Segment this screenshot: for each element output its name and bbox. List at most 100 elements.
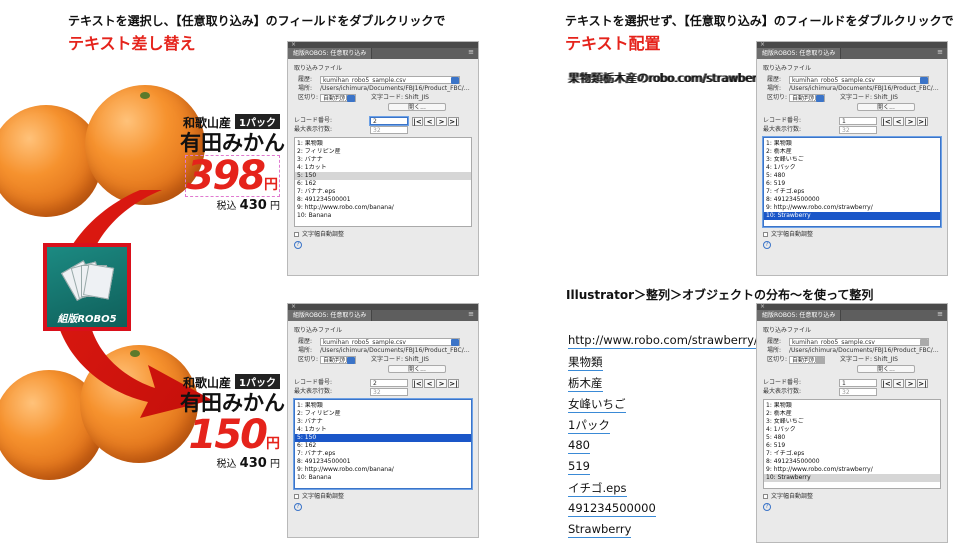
next-record-button[interactable]: > [905,378,916,388]
list-item[interactable]: 3: バナナ [295,418,471,426]
list-item[interactable]: 1: 果物類 [764,140,940,148]
panel-menu-icon[interactable]: ≡ [468,48,474,57]
history-select[interactable]: kumihan_robo5_sample.csv [320,338,460,346]
record-number-input[interactable]: 1 [839,379,877,387]
list-item[interactable]: 9: http://www.robo.com/strawberry/ [764,204,940,212]
help-icon[interactable]: ? [763,503,771,511]
list-item[interactable]: 7: バナナ.eps [295,188,471,196]
list-item[interactable]: 3: 女峰いちご [764,418,940,426]
open-button[interactable]: 開く... [857,365,915,373]
tab-import[interactable]: 組版ROBO5: 任意取り込み [288,310,373,321]
list-item[interactable]: 7: イチゴ.eps [764,188,940,196]
autofit-checkbox[interactable]: 文字幅自動調整 [763,231,947,239]
record-field-list[interactable]: 1: 果物類 2: フィリピン産 3: バナナ 4: 1カット 5: 150 6… [294,136,472,227]
list-item[interactable]: 5: 480 [764,172,940,180]
panel-menu-icon[interactable]: ≡ [937,48,943,57]
list-item[interactable]: 9: http://www.robo.com/banana/ [295,466,471,474]
last-record-button[interactable]: >| [448,378,459,388]
open-button[interactable]: 開く... [388,103,446,111]
overlapping-placed-text[interactable]: 果物類栃木産のrobo.com/strawberry/ [568,70,772,86]
history-select[interactable]: kumihan_robo5_sample.csv [789,338,929,346]
help-icon[interactable]: ? [294,503,302,511]
list-item-selected[interactable]: 5: 150 [295,433,471,442]
list-item[interactable]: 1: 果物類 [764,402,940,410]
list-item[interactable]: 2: フィリピン産 [295,148,471,156]
list-item[interactable]: 2: フィリピン産 [295,410,471,418]
help-icon[interactable]: ? [763,241,771,249]
tab-import[interactable]: 組版ROBO5: 任意取り込み [757,48,842,59]
placed-text-item[interactable]: 果物類 [568,355,603,371]
first-record-button[interactable]: |< [412,116,423,126]
list-item[interactable]: 9: http://www.robo.com/strawberry/ [764,466,940,474]
panel-menu-icon[interactable]: ≡ [468,310,474,319]
last-record-button[interactable]: >| [448,116,459,126]
list-item[interactable]: 6: 519 [764,442,940,450]
list-item[interactable]: 3: 女峰いちご [764,156,940,164]
first-record-button[interactable]: |< [881,116,892,126]
list-item[interactable]: 2: 栃木産 [764,410,940,418]
placed-text-item[interactable]: http://www.robo.com/strawberry/ [568,333,758,349]
record-number-input[interactable]: 2 [370,117,408,125]
list-item[interactable]: 7: イチゴ.eps [764,450,940,458]
align-caption: Illustrator＞整列＞オブジェクトの分布〜を使って整列 [566,288,874,302]
placed-text-item[interactable]: 491234500000 [568,501,656,517]
list-item[interactable]: 4: 1パック [764,426,940,434]
tab-import[interactable]: 組版ROBO5: 任意取り込み [288,48,373,59]
list-item[interactable]: 5: 480 [764,434,940,442]
list-item-selected[interactable]: 5: 150 [295,171,471,180]
placed-text-item[interactable]: Strawberry [568,522,632,538]
prev-record-button[interactable]: < [424,116,435,126]
list-item[interactable]: 8: 491234500000 [764,196,940,204]
list-item[interactable]: 8: 491234500000 [764,458,940,466]
record-field-list[interactable]: 1: 果物類 2: フィリピン産 3: バナナ 4: 1カット 5: 150 6… [294,398,472,489]
prev-record-button[interactable]: < [424,378,435,388]
list-item[interactable]: 6: 162 [295,180,471,188]
prev-record-button[interactable]: < [893,116,904,126]
list-item[interactable]: 8: 491234500001 [295,458,471,466]
list-item-selected[interactable]: 10: Strawberry [764,473,940,482]
help-icon[interactable]: ? [294,241,302,249]
last-record-button[interactable]: >| [917,378,928,388]
list-item-selected[interactable]: 10: Strawberry [764,211,940,220]
list-item[interactable]: 4: 1カット [295,426,471,434]
list-item[interactable]: 7: バナナ.eps [295,450,471,458]
placed-text-item[interactable]: 480 [568,438,590,454]
record-field-list[interactable]: 1: 果物類 2: 栃木産 3: 女峰いちご 4: 1パック 5: 480 6:… [763,398,941,489]
list-item[interactable]: 10: Banana [295,212,471,220]
open-button[interactable]: 開く... [857,103,915,111]
list-item[interactable]: 6: 519 [764,180,940,188]
list-item[interactable]: 3: バナナ [295,156,471,164]
record-number-input[interactable]: 1 [839,117,877,125]
list-item[interactable]: 8: 491234500001 [295,196,471,204]
record-number-input[interactable]: 2 [370,379,408,387]
autofit-checkbox[interactable]: 文字幅自動調整 [294,231,478,239]
placed-text-item[interactable]: 栃木産 [568,376,603,392]
placed-text-item[interactable]: 519 [568,459,590,475]
autofit-checkbox[interactable]: 文字幅自動調整 [294,493,478,501]
list-item[interactable]: 9: http://www.robo.com/banana/ [295,204,471,212]
last-record-button[interactable]: >| [917,116,928,126]
open-button[interactable]: 開く... [388,365,446,373]
next-record-button[interactable]: > [436,378,447,388]
prev-record-button[interactable]: < [893,378,904,388]
list-item[interactable]: 4: 1パック [764,164,940,172]
history-select[interactable]: kumihan_robo5_sample.csv [320,76,460,84]
list-item[interactable]: 10: Banana [295,474,471,482]
placed-text-item[interactable]: 女峰いちご [568,397,626,413]
list-item[interactable]: 4: 1カット [295,164,471,172]
autofit-checkbox[interactable]: 文字幅自動調整 [763,493,947,501]
list-item[interactable]: 2: 栃木産 [764,148,940,156]
panel-menu-icon[interactable]: ≡ [937,310,943,319]
placed-text-item[interactable]: イチゴ.eps [568,481,627,497]
next-record-button[interactable]: > [905,116,916,126]
tab-import[interactable]: 組版ROBO5: 任意取り込み [757,310,842,321]
placed-text-item[interactable]: 1パック [568,418,610,434]
history-select[interactable]: kumihan_robo5_sample.csv [789,76,929,84]
list-item[interactable]: 1: 果物類 [295,402,471,410]
record-field-list[interactable]: 1: 果物類 2: 栃木産 3: 女峰いちご 4: 1パック 5: 480 6:… [763,136,941,227]
list-item[interactable]: 6: 162 [295,442,471,450]
first-record-button[interactable]: |< [881,378,892,388]
list-item[interactable]: 1: 果物類 [295,140,471,148]
first-record-button[interactable]: |< [412,378,423,388]
next-record-button[interactable]: > [436,116,447,126]
